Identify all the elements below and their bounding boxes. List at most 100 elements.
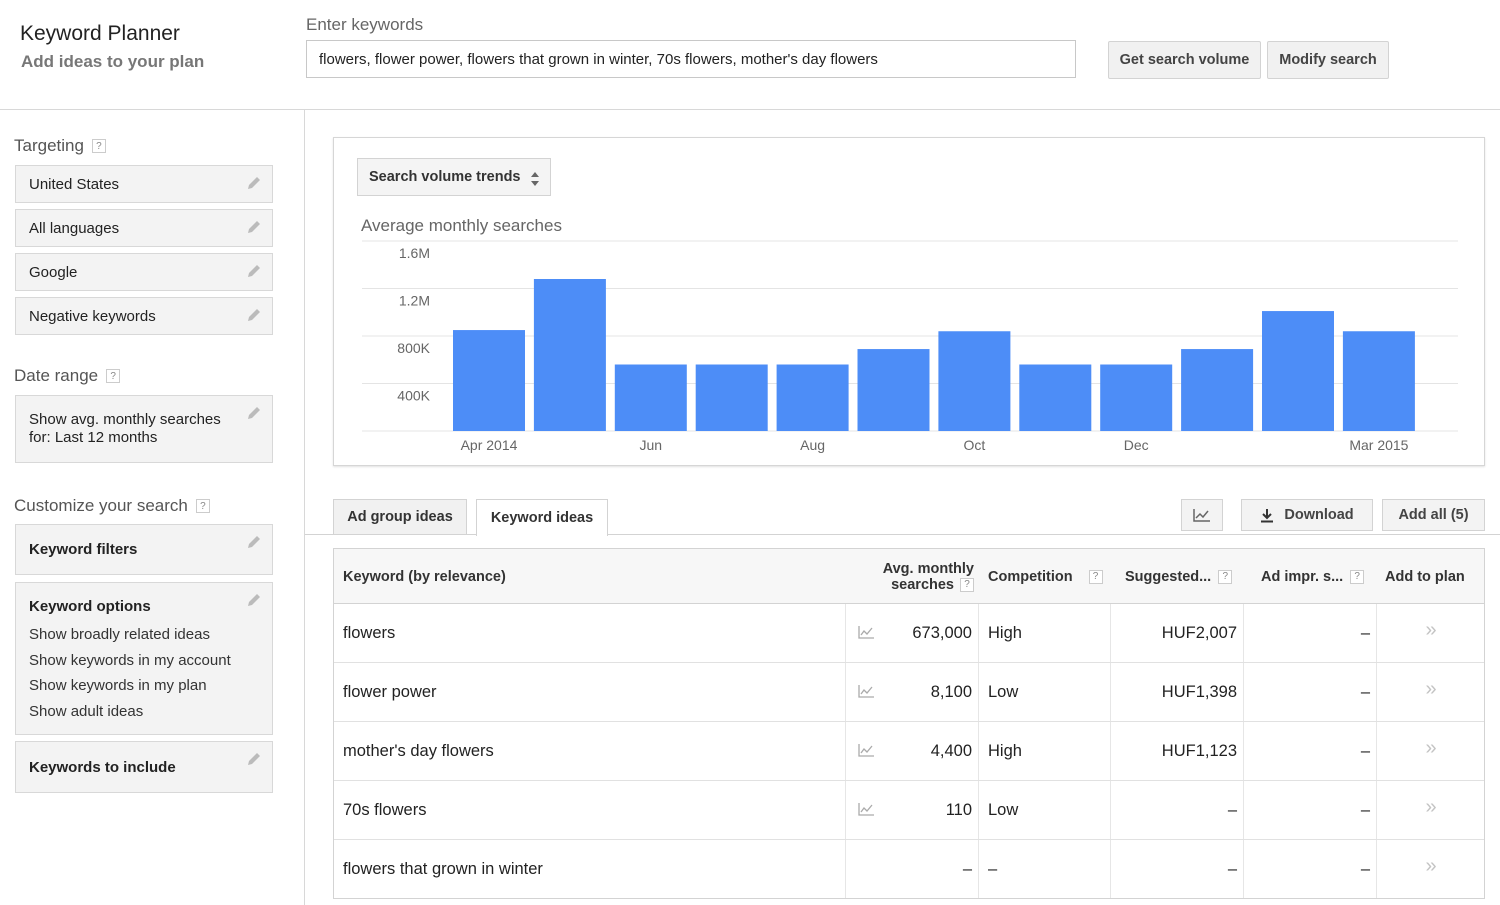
option-line: Show broadly related ideas <box>29 626 210 643</box>
searches-cell: 110 <box>945 800 972 819</box>
pencil-icon[interactable] <box>246 751 262 767</box>
bar-jan-2015[interactable] <box>1181 349 1254 431</box>
tab-ad-group-ideas[interactable]: Ad group ideas <box>333 499 467 534</box>
keyword-cell: flower power <box>343 682 437 701</box>
help-icon[interactable]: ? <box>91 139 106 153</box>
competition-cell: Low <box>988 682 1019 701</box>
y-tick-label: 800K <box>397 340 430 356</box>
searches-cell: – <box>962 859 972 878</box>
app-title: Keyword Planner <box>20 22 180 45</box>
suggested-bid-cell: – <box>1227 800 1237 819</box>
add-to-plan-button[interactable]: » <box>1376 660 1486 718</box>
bar-aug-2014[interactable] <box>776 364 849 432</box>
x-tick-label: Dec <box>1124 437 1149 453</box>
keywords-input[interactable] <box>306 40 1076 78</box>
trend-chart-icon[interactable] <box>858 684 875 698</box>
keyword-filters[interactable]: Keyword filters <box>15 524 273 575</box>
date-range-selector[interactable]: Show avg. monthly searches for: Last 12 … <box>15 395 273 463</box>
trend-chart-icon <box>1193 509 1210 522</box>
bar-nov-2014[interactable] <box>1019 364 1092 432</box>
customize-label: Customize your search ? <box>14 496 210 516</box>
targeting-location[interactable]: United States <box>15 165 273 203</box>
ad-impression-cell: – <box>1360 682 1370 701</box>
tab-keyword-ideas[interactable]: Keyword ideas <box>476 499 608 536</box>
help-icon[interactable]: ? <box>1218 569 1233 584</box>
help-icon[interactable]: ? <box>960 577 974 592</box>
suggested-bid-cell: HUF2,007 <box>1161 623 1237 642</box>
modify-search-button[interactable]: Modify search <box>1267 41 1389 79</box>
keyword-options[interactable]: Keyword options Show broadly related ide… <box>15 582 273 735</box>
download-button[interactable]: Download <box>1241 499 1373 531</box>
help-icon[interactable]: ? <box>106 369 121 383</box>
targeting-network[interactable]: Google <box>15 253 273 291</box>
pencil-icon[interactable] <box>246 405 262 421</box>
pencil-icon[interactable] <box>246 263 262 279</box>
table-row: flowers that grown in winter – – – –» <box>334 840 1484 898</box>
suggested-bid-cell: – <box>1227 859 1237 878</box>
bar-jul-2014[interactable] <box>695 364 768 432</box>
header-ad-impression-share[interactable]: Ad impr. s...? <box>1261 549 1365 604</box>
trend-chart-icon[interactable] <box>858 802 875 816</box>
ad-impression-cell: – <box>1360 800 1370 819</box>
add-to-plan-button[interactable]: » <box>1376 778 1486 836</box>
x-tick-label: Apr 2014 <box>461 437 518 453</box>
table-row: flower power 8,100 Low HUF1,398 –» <box>334 663 1484 722</box>
ad-impression-cell: – <box>1360 623 1370 642</box>
keyword-cell: mother's day flowers <box>343 741 494 760</box>
pencil-icon[interactable] <box>246 534 262 550</box>
targeting-language[interactable]: All languages <box>15 209 273 247</box>
add-all-button[interactable]: Add all (5) <box>1382 499 1485 531</box>
bar-chart: 400K 800K 1.2M 1.6M Apr 2014 Jun Aug Oct Dec Mar … <box>362 240 1458 453</box>
download-icon <box>1261 508 1274 522</box>
get-search-volume-button[interactable]: Get search volume <box>1108 41 1261 79</box>
bar-may-2014[interactable] <box>533 279 606 431</box>
pencil-icon[interactable] <box>246 592 262 608</box>
table-row: flowers 673,000 High HUF2,007 –» <box>334 604 1484 663</box>
searches-cell: 673,000 <box>912 623 972 642</box>
add-to-plan-button[interactable]: » <box>1376 837 1486 895</box>
chart-card: Search volume trends Average monthly sea… <box>333 137 1485 466</box>
bar-jun-2014[interactable] <box>614 364 687 432</box>
keyword-cell: flowers that grown in winter <box>343 859 543 878</box>
keyword-cell: flowers <box>343 623 396 642</box>
pencil-icon[interactable] <box>246 175 262 191</box>
option-line: Show keywords in my plan <box>29 677 207 694</box>
competition-cell: – <box>988 859 998 878</box>
pencil-icon[interactable] <box>246 219 262 235</box>
help-icon[interactable]: ? <box>195 499 210 513</box>
pencil-icon[interactable] <box>246 307 262 323</box>
header-suggested-bid[interactable]: Suggested...? <box>1125 549 1233 604</box>
bar-apr-2014[interactable] <box>453 330 525 431</box>
help-icon[interactable]: ? <box>1350 569 1365 584</box>
bar-oct-2014[interactable] <box>938 331 1011 431</box>
competition-cell: Low <box>988 800 1019 819</box>
option-line: Show keywords in my account <box>29 651 231 669</box>
help-icon[interactable]: ? <box>1088 569 1103 584</box>
searches-cell: 4,400 <box>930 741 972 760</box>
targeting-negative-keywords[interactable]: Negative keywords <box>15 297 273 335</box>
table-row: mother's day flowers 4,400 High HUF1,123 –» <box>334 722 1484 781</box>
add-to-plan-button[interactable]: » <box>1376 719 1486 777</box>
bar-mar-2015[interactable] <box>1342 331 1415 431</box>
bar-sep-2014[interactable] <box>857 349 930 431</box>
bar-dec-2014[interactable] <box>1100 364 1173 432</box>
add-to-plan-button[interactable]: » <box>1376 601 1486 659</box>
y-tick-label: 400K <box>397 388 430 404</box>
targeting-label: Targeting ? <box>14 136 106 156</box>
keywords-to-include[interactable]: Keywords to include <box>15 741 273 793</box>
x-tick-label: Mar 2015 <box>1349 437 1408 453</box>
ad-impression-cell: – <box>1360 741 1370 760</box>
header-keyword[interactable]: Keyword (by relevance) <box>343 549 506 604</box>
trend-chart-icon[interactable] <box>858 625 875 639</box>
competition-cell: High <box>988 623 1022 642</box>
header-competition[interactable]: Competition? <box>988 549 1103 604</box>
x-tick-label: Jun <box>640 437 663 453</box>
header-avg-monthly-searches[interactable]: Avg. monthly searches? <box>874 549 974 604</box>
table-row: 70s flowers 110 Low – –» <box>334 781 1484 840</box>
option-line: Show adult ideas <box>29 702 144 720</box>
trend-chart-icon[interactable] <box>858 743 875 757</box>
keywords-label: Enter keywords <box>306 15 424 34</box>
bar-feb-2015[interactable] <box>1262 311 1334 431</box>
searches-cell: 8,100 <box>930 682 972 701</box>
toggle-chart-button[interactable] <box>1181 499 1223 531</box>
